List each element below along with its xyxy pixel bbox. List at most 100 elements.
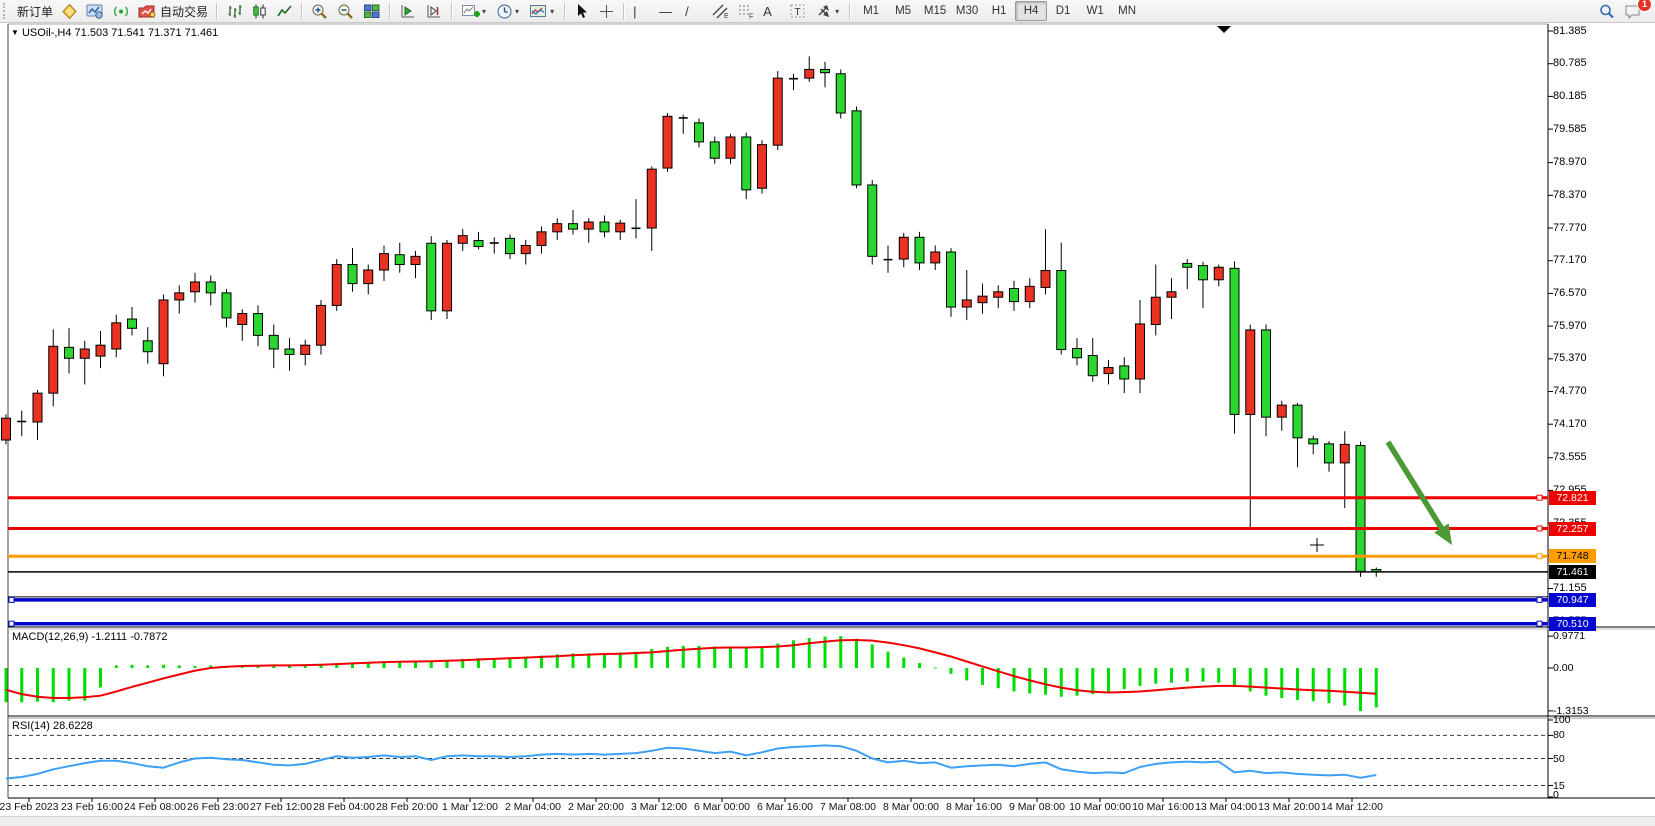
candle-body [1246,330,1255,414]
chart-canvas[interactable] [0,0,1655,825]
macd-histogram-bar [83,668,86,701]
time-axis-label: 26 Feb 23:00 [187,801,249,813]
candle-body [191,282,200,292]
price-tick-label: 77.770 [1553,222,1587,234]
candle-body [317,305,326,345]
time-axis-label: 10 Mar 16:00 [1132,801,1194,813]
macd-histogram-bar [918,663,921,668]
price-line-label: 70.510 [1549,617,1596,631]
time-axis-label: 6 Mar 16:00 [757,801,813,813]
macd-histogram-bar [1107,668,1110,691]
macd-histogram-bar [635,652,638,668]
price-line-label: 71.748 [1549,549,1596,563]
candle-body [2,418,11,440]
candle-body [821,69,830,72]
candle-body [1088,356,1097,376]
price-tick-label: 80.185 [1553,90,1587,102]
candle-body [1041,271,1050,288]
hline-handle [1537,526,1542,531]
candle-body [96,345,105,356]
candle-body [1104,368,1113,374]
price-tick-label: 73.555 [1553,451,1587,463]
time-axis-label: 1 Mar 12:00 [442,801,498,813]
macd-scale-label: 0.00 [1553,662,1573,674]
time-axis-label: 2 Mar 20:00 [568,801,624,813]
candle-body [600,222,609,232]
candle-body [537,232,546,246]
time-axis-label: 13 Mar 20:00 [1258,801,1320,813]
macd-label: MACD(12,26,9) -1.2111 -0.7872 [12,631,168,643]
candle-body [285,349,294,354]
chart-title-row: ▼ USOil-,H4 71.503 71.541 71.371 71.461 [11,27,218,39]
hline-handle [9,621,14,626]
macd-histogram-bar [902,658,905,668]
candle-body [112,323,121,349]
candle-body [663,116,672,168]
candle-body [1010,289,1019,302]
macd-histogram-bar [68,668,71,701]
macd-histogram-bar [1265,668,1268,696]
candle-body [443,243,452,311]
candle-body [616,223,625,232]
candle-body [411,256,420,264]
macd-histogram-bar [729,647,732,668]
chart-collapse-icon[interactable]: ▼ [11,28,19,37]
time-axis-label: 2 Mar 04:00 [505,801,561,813]
candle-body [206,282,215,293]
macd-histogram-bar [1280,668,1283,698]
macd-histogram-bar [20,668,23,702]
price-line-label: 72.821 [1549,491,1596,505]
macd-histogram-bar [146,665,149,668]
candle-body [159,300,168,364]
macd-histogram-bar [1170,668,1173,683]
macd-histogram-bar [855,639,858,668]
macd-histogram-bar [761,646,764,668]
candle-body [33,393,42,422]
candle-body [1199,266,1208,280]
candle-body [569,224,578,229]
price-tick-label: 76.570 [1553,287,1587,299]
candle-body [695,123,704,142]
price-tick-label: 74.170 [1553,418,1587,430]
candle-body [1057,271,1066,350]
candle-body [1293,405,1302,438]
candle-body [1340,444,1349,463]
candle-body [1325,444,1334,463]
candle-body [65,347,74,358]
candle-body [269,335,278,349]
candle-body [978,296,987,303]
macd-histogram-bar [430,661,433,668]
price-tick-label: 78.970 [1553,156,1587,168]
time-axis-label: 13 Mar 04:00 [1195,801,1257,813]
candle-body [1262,330,1271,417]
macd-histogram-bar [1233,668,1236,687]
macd-histogram-bar [950,668,953,674]
macd-histogram-bar [178,665,181,668]
candle-body [1214,267,1223,280]
candle-body [49,346,58,393]
hline-handle [1537,597,1542,602]
candle-body [254,314,263,336]
macd-scale-label: 0.9771 [1553,630,1585,642]
candle-body [1073,348,1082,357]
hline-handle [9,597,14,602]
macd-histogram-bar [1013,668,1016,691]
candle-body [1025,286,1034,301]
time-axis-label: 8 Mar 16:00 [946,801,1002,813]
candle-body [868,185,877,256]
candle-body [1277,405,1286,417]
macd-histogram-bar [1202,668,1205,682]
candle-body [710,142,719,158]
macd-histogram-bar [162,665,165,668]
candle-body [742,137,751,190]
price-line-label: 72.257 [1549,522,1596,536]
time-axis-label: 6 Mar 00:00 [694,801,750,813]
candle-body [222,293,231,318]
candle-body [1167,292,1176,297]
candle-body [301,345,310,354]
candle-body [899,237,908,259]
price-tick-label: 79.585 [1553,123,1587,135]
rsi-scale-label: 100 [1553,714,1571,726]
macd-histogram-bar [1186,668,1189,682]
price-tick-label: 80.785 [1553,57,1587,69]
